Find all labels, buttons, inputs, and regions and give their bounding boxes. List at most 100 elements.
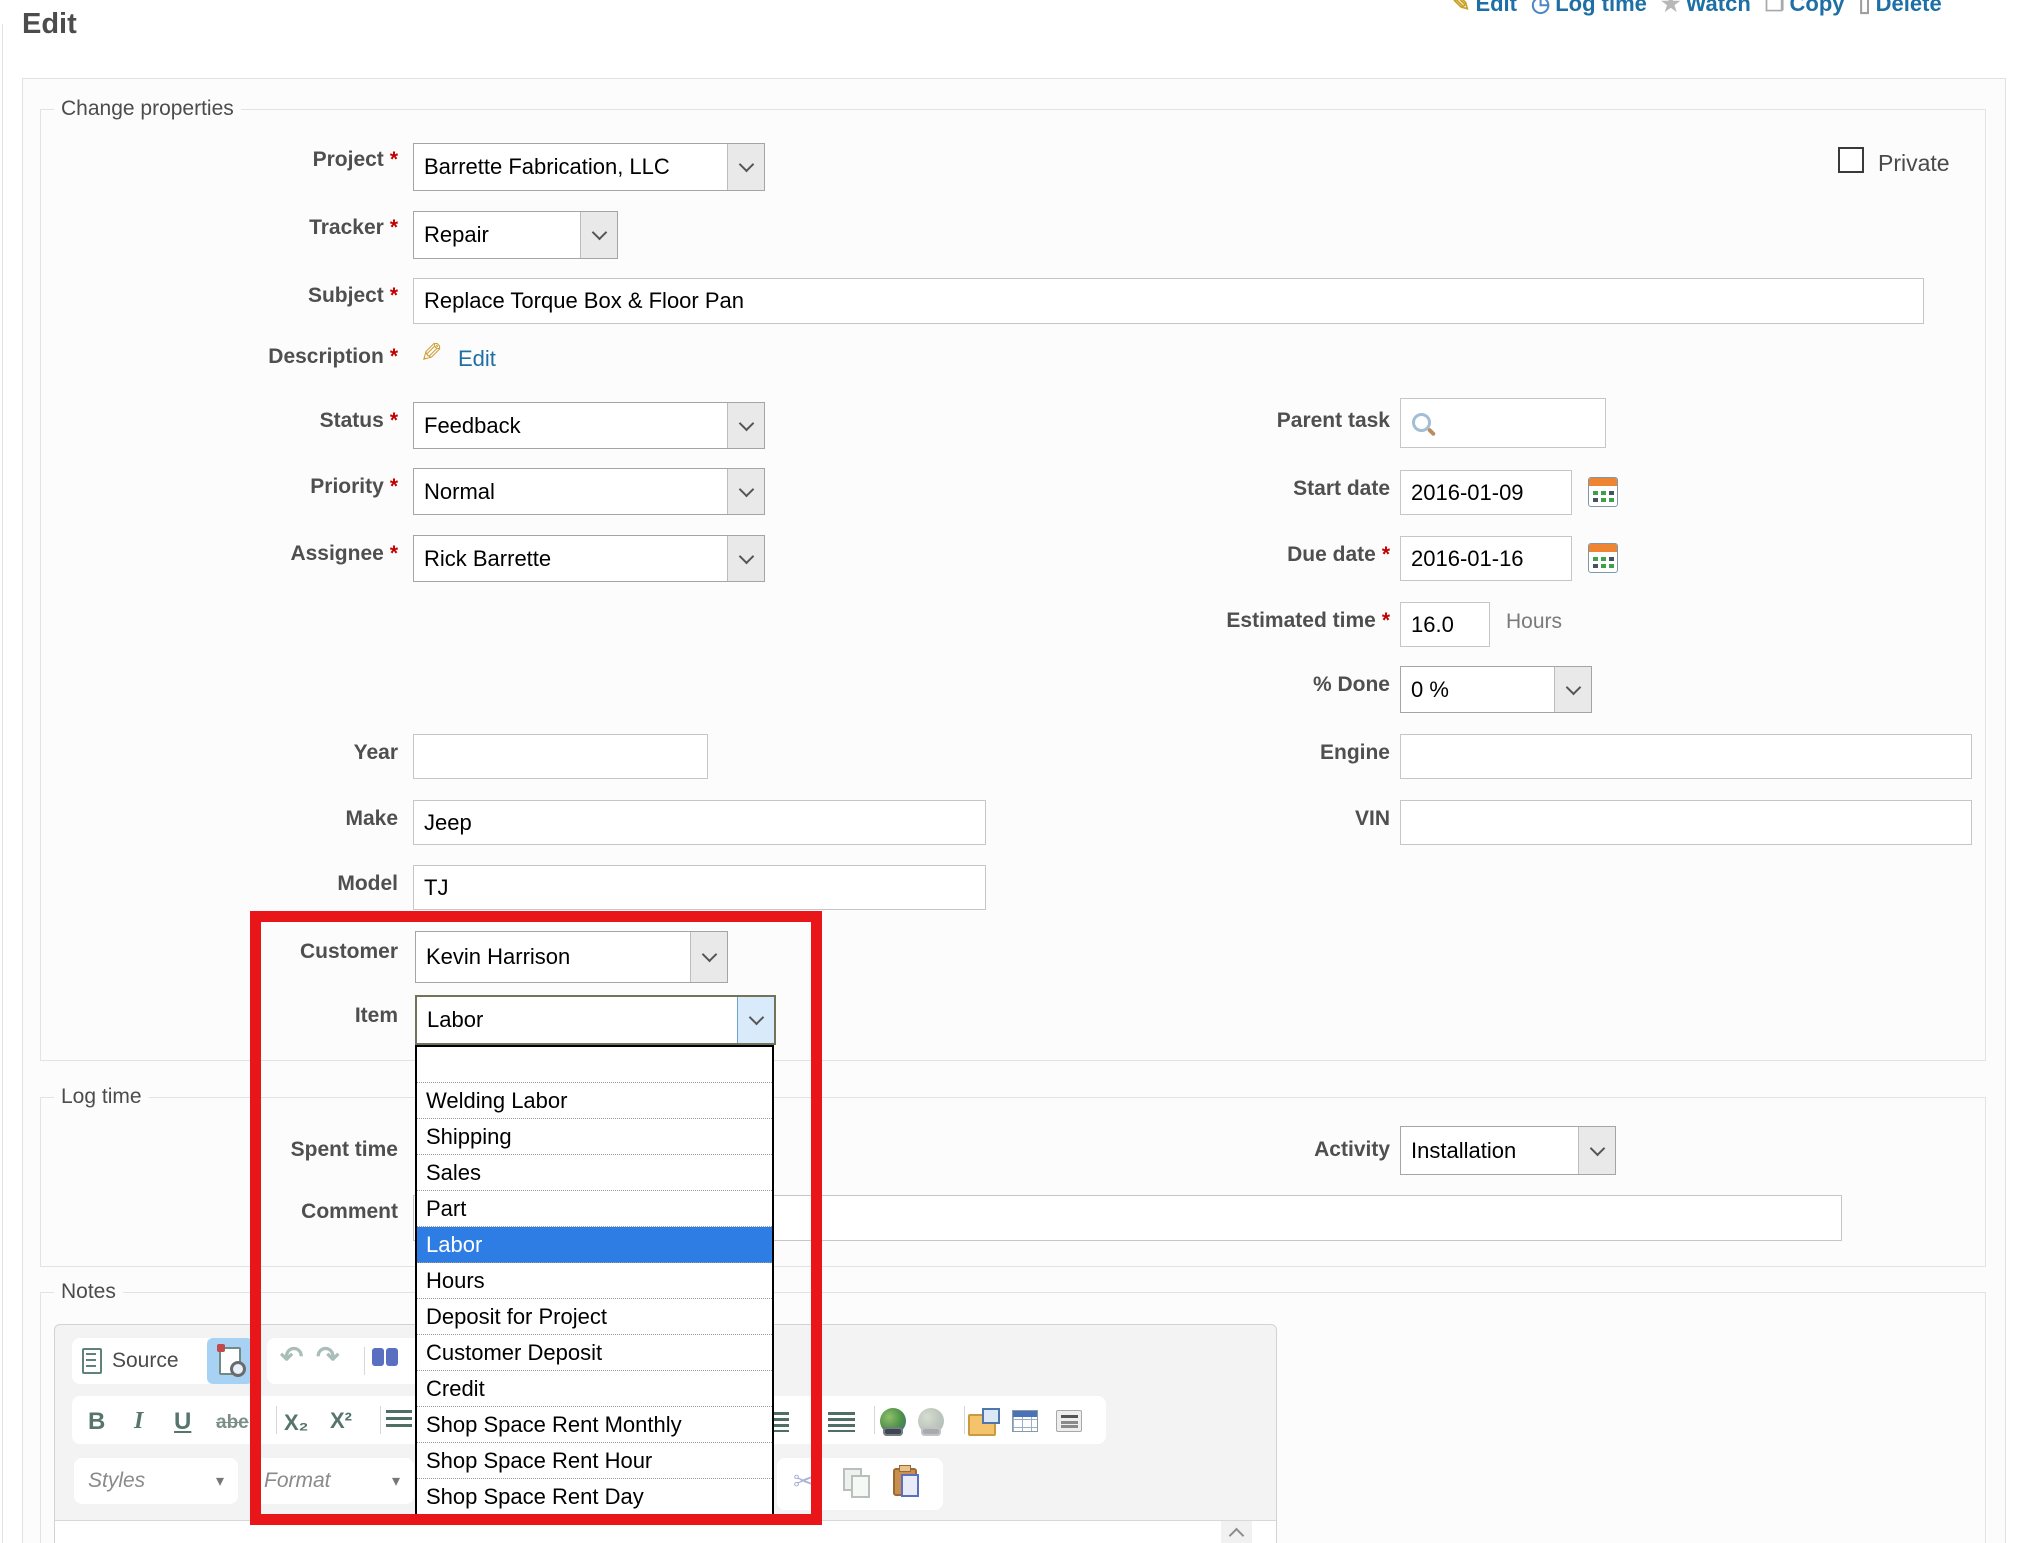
customer-select[interactable]: Kevin Harrison [415, 931, 728, 983]
private-label: Private [1878, 150, 1950, 177]
text-block-icon[interactable] [1056, 1410, 1082, 1432]
vin-input[interactable] [1400, 800, 1972, 845]
log-time-legend: Log time [54, 1085, 149, 1109]
undo-icon[interactable]: ↶ [280, 1340, 303, 1373]
chevron-down-icon: ▾ [216, 1471, 224, 1491]
find-icon[interactable] [372, 1348, 384, 1366]
tracker-select[interactable]: Repair [413, 211, 618, 259]
tracker-label: Tracker* [58, 216, 398, 240]
context-link-edit[interactable]: ✎Edit [1452, 0, 1517, 17]
item-dropdown-option[interactable]: Welding Labor [417, 1083, 772, 1119]
strikethrough-icon[interactable]: abe [216, 1412, 249, 1434]
item-select[interactable]: Labor [415, 995, 776, 1045]
italic-icon[interactable]: I [134, 1408, 143, 1435]
source-button[interactable]: Source [82, 1348, 179, 1374]
star-icon: ★ [1661, 0, 1681, 15]
editor-scrollbar[interactable] [1221, 1521, 1252, 1543]
source-document-icon [82, 1348, 102, 1374]
item-dropdown-option[interactable]: Shop Space Rent Day [417, 1479, 772, 1514]
bold-icon[interactable]: B [88, 1408, 105, 1436]
styles-dropdown[interactable]: Styles ▾ [74, 1458, 238, 1504]
image-icon[interactable] [968, 1414, 996, 1436]
item-dropdown-option[interactable]: Shipping [417, 1119, 772, 1155]
context-link-copy[interactable]: ❐Copy [1765, 0, 1845, 17]
spent-time-label: Spent time [58, 1138, 398, 1162]
item-dropdown-option[interactable]: Shop Space Rent Hour [417, 1443, 772, 1479]
page-title: Edit [22, 8, 77, 41]
item-dropdown-list: Welding LaborShippingSalesPartLaborHours… [415, 1045, 774, 1516]
justify-icon[interactable] [828, 1412, 855, 1432]
subject-input[interactable] [413, 278, 1924, 324]
copy-icon[interactable] [843, 1468, 862, 1491]
item-dropdown-option[interactable]: Hours [417, 1263, 772, 1299]
vin-label: VIN [1050, 807, 1390, 831]
format-dropdown[interactable]: Format ▾ [250, 1458, 414, 1504]
item-dropdown-option[interactable] [417, 1047, 772, 1083]
context-toolbar: ✎Edit ◷Log time ★Watch ❐Copy ▯Delete [1452, 0, 1942, 22]
hours-suffix: Hours [1506, 610, 1562, 634]
context-link-watch[interactable]: ★Watch [1661, 0, 1751, 17]
private-checkbox[interactable] [1838, 147, 1864, 173]
model-input[interactable] [413, 865, 986, 910]
copy-icon: ❐ [1765, 0, 1785, 15]
preview-button[interactable] [207, 1338, 253, 1384]
engine-label: Engine [1050, 741, 1390, 765]
chevron-down-icon [690, 932, 727, 982]
project-label: Project* [58, 148, 398, 172]
calendar-icon[interactable] [1588, 477, 1618, 507]
percent-done-label: % Done [1050, 673, 1390, 697]
due-date-input[interactable] [1400, 536, 1572, 581]
customer-label: Customer [58, 940, 398, 964]
unlink-icon[interactable] [918, 1408, 944, 1434]
year-label: Year [58, 741, 398, 765]
numbered-list-icon[interactable] [386, 1410, 412, 1430]
item-label: Item [58, 1004, 398, 1028]
pencil-icon: ✎ [420, 338, 443, 369]
context-link-delete[interactable]: ▯Delete [1859, 0, 1942, 17]
model-label: Model [58, 872, 398, 896]
underline-icon[interactable]: U [174, 1408, 191, 1436]
percent-done-select[interactable]: 0 % [1400, 666, 1592, 713]
priority-select[interactable]: Normal [413, 468, 765, 515]
subscript-icon[interactable]: X₂ [284, 1410, 308, 1436]
item-dropdown-option[interactable]: Deposit for Project [417, 1299, 772, 1335]
trash-icon: ▯ [1859, 0, 1871, 15]
status-select[interactable]: Feedback [413, 402, 765, 449]
make-input[interactable] [413, 800, 986, 845]
item-dropdown-option[interactable]: Part [417, 1191, 772, 1227]
parent-task-label: Parent task [1050, 409, 1390, 433]
redo-icon[interactable]: ↷ [316, 1340, 339, 1373]
change-properties-legend: Change properties [54, 97, 241, 121]
cut-icon[interactable]: ✂ [793, 1466, 815, 1497]
description-label: Description* [58, 345, 398, 369]
calendar-icon[interactable] [1588, 543, 1618, 573]
preview-icon [219, 1347, 241, 1375]
description-edit-link[interactable]: Edit [458, 346, 496, 372]
notes-legend: Notes [54, 1280, 123, 1304]
item-dropdown-option[interactable]: Credit [417, 1371, 772, 1407]
assignee-label: Assignee* [58, 542, 398, 566]
item-dropdown-option[interactable]: Customer Deposit [417, 1335, 772, 1371]
link-icon[interactable] [880, 1408, 906, 1434]
paste-icon[interactable] [893, 1468, 917, 1496]
search-icon [1412, 413, 1431, 432]
assignee-select[interactable]: Rick Barrette [413, 535, 765, 582]
superscript-icon[interactable]: X² [330, 1408, 352, 1434]
item-dropdown-option[interactable]: Sales [417, 1155, 772, 1191]
subject-label: Subject* [58, 284, 398, 308]
activity-label: Activity [1050, 1138, 1390, 1162]
table-icon[interactable] [1012, 1410, 1038, 1432]
comment-label: Comment [58, 1200, 398, 1224]
estimated-time-input[interactable] [1400, 602, 1490, 647]
project-select[interactable]: Barrette Fabrication, LLC [413, 143, 765, 191]
year-input[interactable] [413, 734, 708, 779]
notes-editor-content[interactable] [55, 1520, 1276, 1543]
item-dropdown-option[interactable]: Shop Space Rent Monthly [417, 1407, 772, 1443]
engine-input[interactable] [1400, 734, 1972, 779]
priority-label: Priority* [58, 475, 398, 499]
context-link-log-time[interactable]: ◷Log time [1531, 0, 1647, 17]
start-date-input[interactable] [1400, 470, 1572, 515]
activity-select[interactable]: Installation [1400, 1126, 1616, 1175]
item-dropdown-option[interactable]: Labor [417, 1227, 772, 1263]
chevron-down-icon [1554, 667, 1591, 712]
